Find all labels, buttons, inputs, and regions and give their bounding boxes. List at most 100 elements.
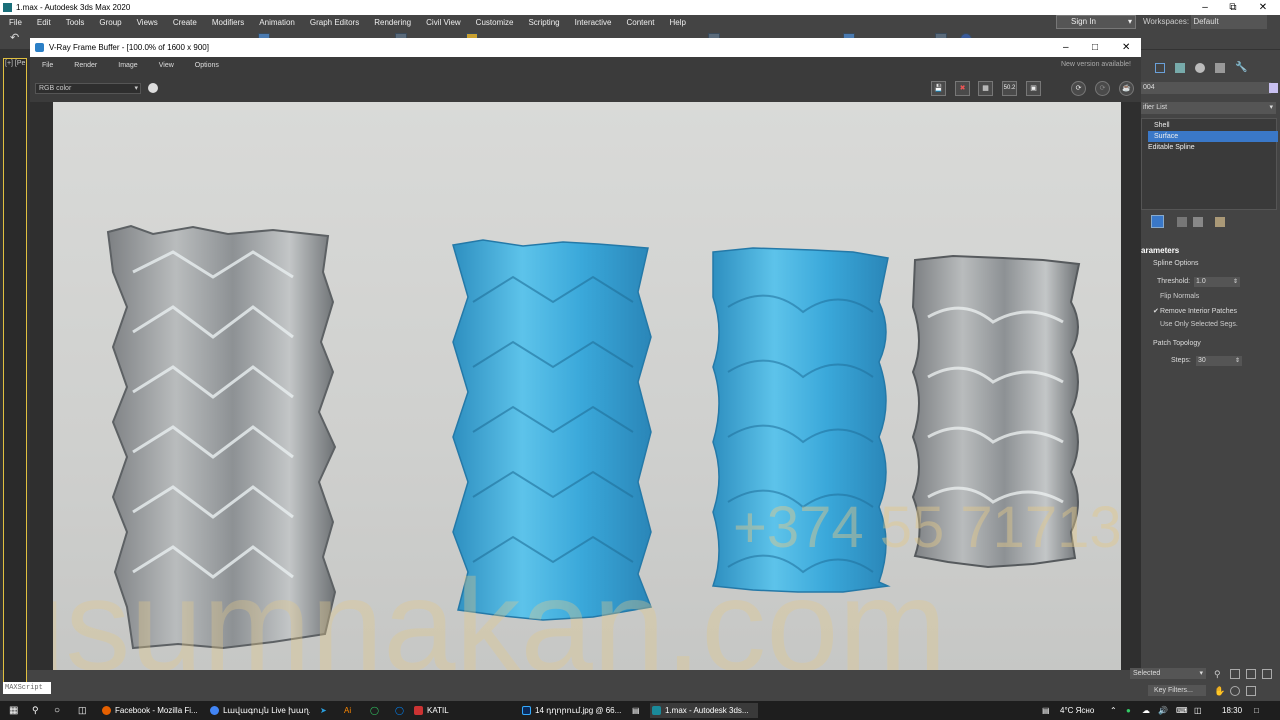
app-green-icon[interactable]: ◯ bbox=[370, 703, 379, 718]
render-last-icon[interactable]: ⟳ bbox=[1071, 81, 1086, 96]
menu-interactive[interactable]: Interactive bbox=[566, 18, 618, 27]
vfb-menu-options[interactable]: Options bbox=[183, 62, 228, 69]
show-end-result-icon[interactable] bbox=[1177, 217, 1187, 227]
steps-value[interactable]: 30 bbox=[1198, 357, 1206, 364]
task-photoshop[interactable]: 14 դղորում.jpg @ 66... bbox=[520, 703, 622, 718]
task-katil[interactable]: KATIL bbox=[412, 703, 512, 718]
menu-animation[interactable]: Animation bbox=[250, 18, 301, 27]
interactive-render-icon[interactable]: ⟳ bbox=[1095, 81, 1110, 96]
volume-icon[interactable]: 🔊 bbox=[1158, 703, 1168, 718]
viewport-label[interactable]: [+] [Pe bbox=[5, 60, 25, 67]
language-icon[interactable]: ⌨ bbox=[1176, 703, 1188, 718]
workspaces-selector[interactable]: Workspaces: Default bbox=[1140, 15, 1280, 29]
tray-chevron-icon[interactable]: ⌃ bbox=[1110, 703, 1117, 718]
vfb-minimize-icon[interactable]: – bbox=[1063, 38, 1069, 57]
tray-cloud-icon[interactable]: ☁ bbox=[1142, 703, 1150, 718]
threshold-spinner[interactable]: 1.0 ⇕ bbox=[1194, 277, 1240, 287]
vfb-menu-render[interactable]: Render bbox=[62, 62, 106, 69]
minimize-icon[interactable]: – bbox=[1192, 0, 1218, 15]
restore-icon[interactable]: ⧉ bbox=[1220, 0, 1246, 15]
remove-modifier-icon[interactable] bbox=[1193, 217, 1203, 227]
modifier-list-dropdown[interactable]: ifier List ▾ bbox=[1141, 102, 1276, 114]
menu-help[interactable]: Help bbox=[661, 18, 692, 27]
clear-image-icon[interactable]: ✖ bbox=[955, 81, 970, 96]
utilities-wrench-icon[interactable]: 🔧 bbox=[1235, 63, 1247, 73]
pan-icon[interactable]: ✋ bbox=[1214, 686, 1225, 696]
vfb-close-icon[interactable]: ✕ bbox=[1122, 38, 1130, 57]
color-mode-icon[interactable] bbox=[148, 83, 158, 93]
object-name-field[interactable]: 004 bbox=[1141, 82, 1271, 94]
threshold-value[interactable]: 1.0 bbox=[1196, 278, 1206, 285]
flip-normals-checkbox[interactable]: Flip Normals bbox=[1153, 293, 1199, 300]
task-3dsmax[interactable]: 1.max - Autodesk 3ds... bbox=[650, 703, 758, 718]
edge-icon[interactable]: ◯ bbox=[395, 703, 404, 718]
checkmark-icon[interactable]: ✔ bbox=[1153, 307, 1159, 315]
hierarchy-tab-icon[interactable] bbox=[1175, 63, 1185, 73]
menu-file[interactable]: File bbox=[0, 18, 28, 27]
vfb-titlebar[interactable]: V-Ray Frame Buffer - [100.0% of 1600 x 9… bbox=[30, 38, 1141, 57]
zoom-icon[interactable]: ⚲ bbox=[1214, 669, 1224, 679]
task-chrome[interactable]: Լավագույն Live խաղ... bbox=[208, 703, 310, 718]
compare-icon[interactable]: ▣ bbox=[1026, 81, 1041, 96]
stack-item-surface[interactable]: Surface bbox=[1148, 131, 1278, 142]
menu-modifiers[interactable]: Modifiers bbox=[203, 18, 250, 27]
zoom-extents-icon[interactable] bbox=[1246, 669, 1256, 679]
undo-icon[interactable]: ↶ bbox=[10, 33, 22, 45]
menu-group[interactable]: Group bbox=[90, 18, 127, 27]
search-icon[interactable]: ⚲ bbox=[32, 703, 39, 718]
windows-start-icon[interactable]: ▦ bbox=[9, 703, 18, 718]
menu-customize[interactable]: Customize bbox=[467, 18, 520, 27]
zoom-level-badge[interactable]: 50.2 bbox=[1002, 81, 1017, 96]
use-only-selected-checkbox[interactable]: Use Only Selected Segs. bbox=[1153, 321, 1238, 328]
orbit-icon[interactable] bbox=[1230, 686, 1240, 696]
tray-app-icon[interactable]: ● bbox=[1126, 703, 1131, 718]
task-view-icon[interactable]: ◫ bbox=[78, 703, 87, 718]
display-tab-icon[interactable] bbox=[1215, 63, 1225, 73]
maximize-viewport-icon[interactable] bbox=[1246, 686, 1256, 696]
vfb-menu-image[interactable]: Image bbox=[106, 62, 146, 69]
pin-stack-icon[interactable] bbox=[1151, 215, 1164, 228]
telegram-icon[interactable]: ➤ bbox=[320, 703, 327, 718]
illustrator-icon[interactable]: Ai bbox=[344, 703, 351, 718]
selection-filter-dropdown[interactable]: Selected ▾ bbox=[1130, 668, 1206, 679]
file-icon[interactable]: ▤ bbox=[632, 703, 640, 718]
object-color-swatch[interactable] bbox=[1269, 83, 1278, 93]
workspaces-value[interactable]: Default bbox=[1191, 15, 1268, 29]
vfb-menu-file[interactable]: File bbox=[30, 62, 62, 69]
save-image-icon[interactable]: 💾 bbox=[931, 81, 946, 96]
battery-icon[interactable]: ◫ bbox=[1194, 703, 1202, 718]
menu-scripting[interactable]: Scripting bbox=[519, 18, 565, 27]
remove-interior-checkbox[interactable]: ✔ Remove Interior Patches bbox=[1153, 307, 1237, 315]
motion-tab-icon[interactable] bbox=[1195, 63, 1205, 73]
zoom-all-icon[interactable] bbox=[1230, 669, 1240, 679]
menu-civil-view[interactable]: Civil View bbox=[417, 18, 467, 27]
key-filters-button[interactable]: Key Filters... bbox=[1148, 685, 1206, 696]
task-firefox[interactable]: Facebook - Mozilla Fi... bbox=[100, 703, 202, 718]
active-viewport-border[interactable]: [+] [Pe bbox=[3, 58, 27, 688]
rendered-image[interactable]: +374 55 71713 usumnakan.com bbox=[53, 102, 1121, 670]
menu-edit[interactable]: Edit bbox=[28, 18, 57, 27]
region-render-icon[interactable]: ▦ bbox=[978, 81, 993, 96]
new-version-notice[interactable]: New version available! bbox=[1061, 61, 1131, 68]
channel-select[interactable]: RGB color ▾ bbox=[35, 83, 141, 94]
configure-sets-icon[interactable] bbox=[1215, 217, 1225, 227]
modify-tab-icon[interactable] bbox=[1155, 63, 1165, 73]
menu-views[interactable]: Views bbox=[128, 18, 164, 27]
parameters-rollout-title[interactable]: arameters bbox=[1141, 246, 1179, 255]
notifications-icon[interactable]: □ bbox=[1254, 703, 1259, 718]
maxscript-listener[interactable]: MAXScript bbox=[3, 682, 51, 694]
spinner-arrows-icon[interactable]: ⇕ bbox=[1235, 356, 1240, 366]
cortana-icon[interactable]: ○ bbox=[54, 703, 60, 718]
render-view[interactable]: +374 55 71713 usumnakan.com bbox=[30, 102, 1141, 670]
network-icon[interactable]: ▤ bbox=[1042, 703, 1050, 718]
clock-time[interactable]: 18:30 bbox=[1222, 703, 1242, 718]
menu-content[interactable]: Content bbox=[618, 18, 661, 27]
menu-create[interactable]: Create bbox=[164, 18, 203, 27]
vfb-maximize-icon[interactable]: □ bbox=[1092, 38, 1098, 57]
render-teapot-icon[interactable]: ☕ bbox=[1119, 81, 1134, 96]
close-icon[interactable]: ✕ bbox=[1250, 0, 1276, 15]
vfb-menu-view[interactable]: View bbox=[147, 62, 183, 69]
stack-item-shell[interactable]: Shell bbox=[1148, 120, 1278, 131]
zoom-extents-all-icon[interactable] bbox=[1262, 669, 1272, 679]
menu-graph-editors[interactable]: Graph Editors bbox=[301, 18, 365, 27]
